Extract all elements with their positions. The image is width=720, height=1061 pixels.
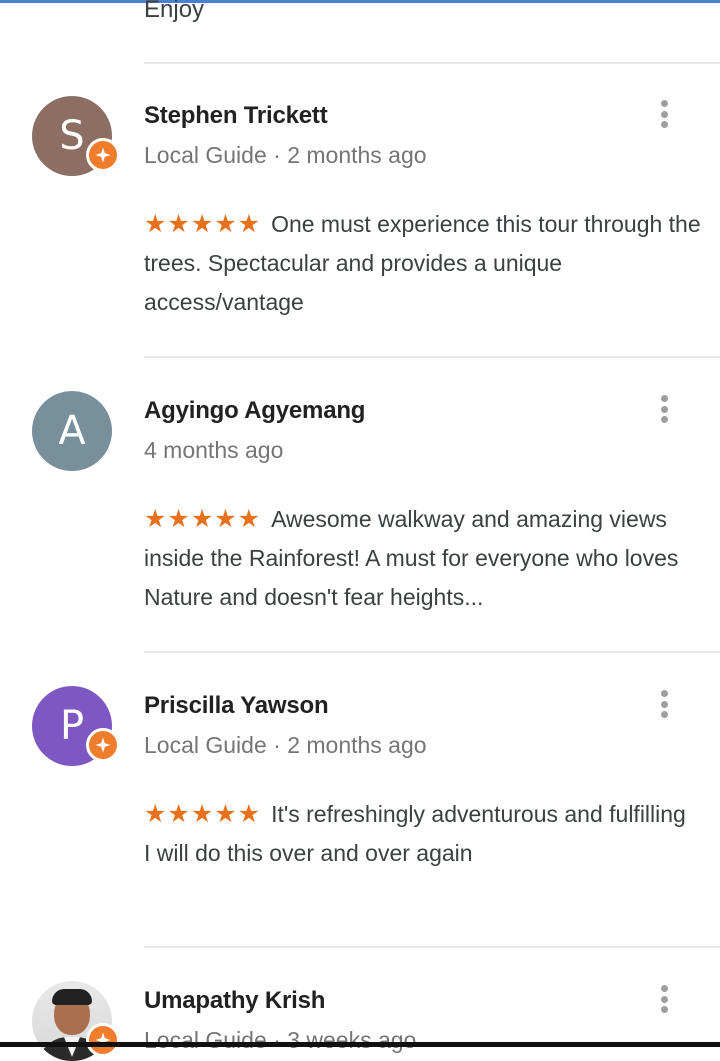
divider	[144, 62, 720, 64]
more-vert-icon[interactable]	[652, 686, 676, 722]
local-guide-badge-icon	[86, 728, 120, 762]
review-text: ★★★★★ One must experience this tour throu…	[144, 204, 704, 322]
star-rating: ★★★★★	[144, 799, 262, 828]
review-body: It's refreshingly adventurous and fulfil…	[271, 801, 686, 827]
reviewer-name[interactable]: Umapathy Krish	[144, 987, 325, 1015]
star-rating: ★★★★★	[144, 504, 262, 533]
previous-review-text: Enjoy	[144, 0, 205, 23]
more-vert-icon[interactable]	[652, 96, 676, 132]
divider	[144, 651, 720, 653]
local-guide-badge-icon	[86, 138, 120, 172]
local-guide-badge-icon	[86, 1023, 120, 1057]
divider	[144, 946, 720, 948]
review-meta: 4 months ago	[144, 437, 284, 463]
bottom-edge	[0, 1042, 720, 1047]
avatar-initial: P	[59, 703, 85, 749]
review-meta: Local Guide · 3 weeks ago	[144, 1027, 417, 1053]
more-vert-icon[interactable]	[652, 391, 676, 427]
review-text: ★★★★★ It's refreshingly adventurous and f…	[144, 794, 704, 873]
divider	[144, 356, 720, 358]
avatar-initial: A	[58, 408, 86, 454]
review-meta: Local Guide · 2 months ago	[144, 142, 427, 168]
review-body-line: I will do this over and over again	[144, 840, 473, 866]
reviewer-name[interactable]: Stephen Trickett	[144, 102, 328, 130]
reviewer-name[interactable]: Priscilla Yawson	[144, 692, 329, 720]
star-rating: ★★★★★	[144, 209, 262, 238]
avatar[interactable]: A	[32, 391, 112, 471]
more-vert-icon[interactable]	[652, 981, 676, 1017]
top-accent-line	[0, 0, 720, 3]
review-text: ★★★★★ Awesome walkway and amazing views i…	[144, 499, 704, 617]
review-meta: Local Guide · 2 months ago	[144, 732, 427, 758]
avatar-initial: S	[59, 113, 85, 159]
reviewer-name[interactable]: Agyingo Agyemang	[144, 397, 365, 425]
